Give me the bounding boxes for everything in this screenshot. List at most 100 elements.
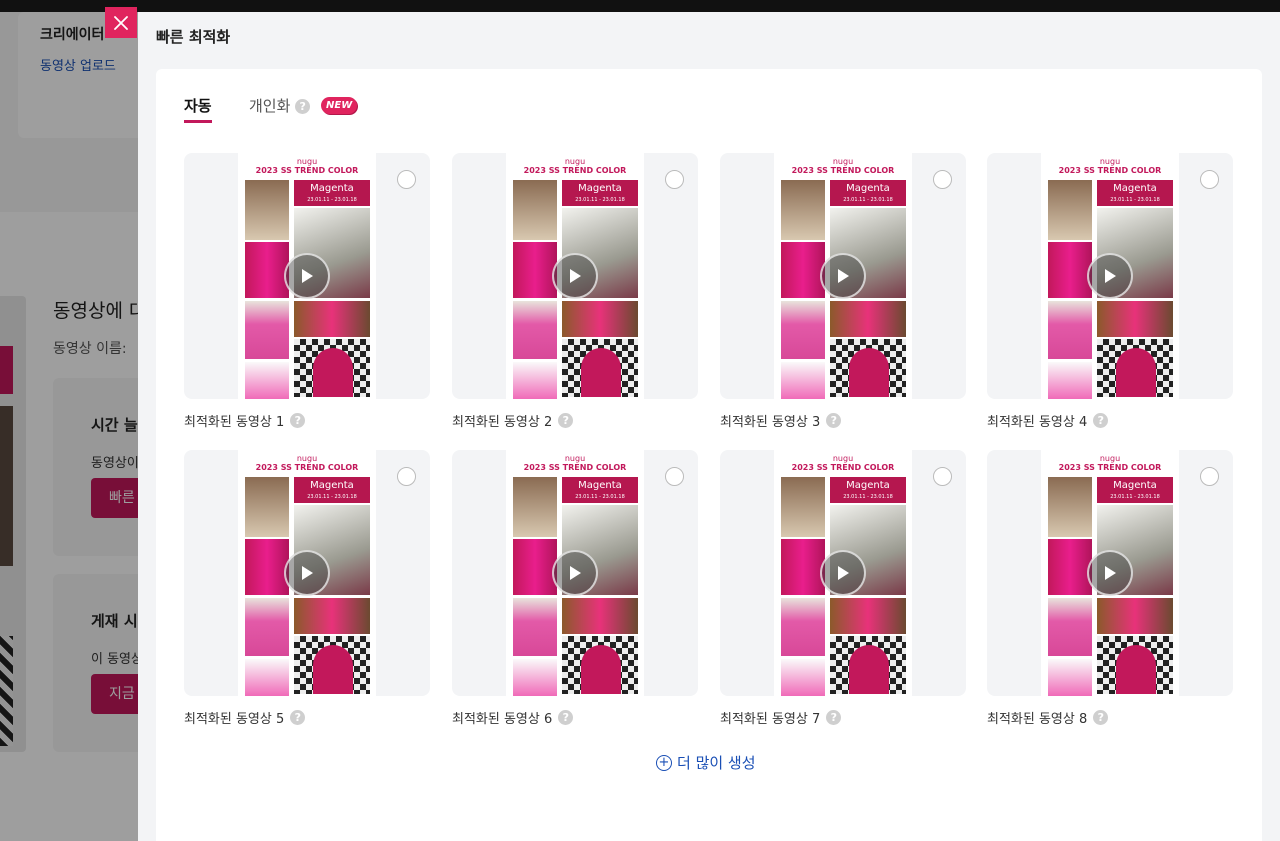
video-title: 최적화된 동영상 2 xyxy=(452,415,553,430)
video-card[interactable]: nugu 2023 SS TREND COLOR Magenta 23.01.1… xyxy=(452,450,698,727)
poster-headline: 2023 SS TREND COLOR xyxy=(1058,166,1162,175)
tab-auto[interactable]: 자동 xyxy=(184,95,212,116)
video-label: 최적화된 동영상 6 ? xyxy=(452,708,698,727)
play-button[interactable] xyxy=(284,253,330,299)
help-icon[interactable]: ? xyxy=(1093,710,1109,725)
poster-date-range: 23.01.11 - 23.01.18 xyxy=(1110,197,1160,203)
help-icon[interactable]: ? xyxy=(290,413,306,428)
poster-date-range: 23.01.11 - 23.01.18 xyxy=(575,197,625,203)
generate-more-label: 더 많이 생성 xyxy=(677,754,756,772)
tab-personalize-label: 개인화 xyxy=(249,97,291,115)
play-icon xyxy=(570,566,581,580)
video-thumbnail[interactable]: nugu 2023 SS TREND COLOR Magenta 23.01.1… xyxy=(184,450,430,696)
poster-color-name: Magenta xyxy=(1113,183,1157,194)
video-label: 최적화된 동영상 8 ? xyxy=(987,708,1233,727)
play-button[interactable] xyxy=(1087,253,1133,299)
poster-color-label: Magenta 23.01.11 - 23.01.18 xyxy=(294,477,370,503)
play-icon xyxy=(838,566,849,580)
video-thumbnail[interactable]: nugu 2023 SS TREND COLOR Magenta 23.01.1… xyxy=(720,153,966,399)
play-button[interactable] xyxy=(1087,550,1133,596)
optimize-card: 자동 개인화 ? NEW nugu 2023 SS TREND COLOR Ma… xyxy=(156,69,1262,841)
help-icon[interactable]: ? xyxy=(558,413,574,428)
video-thumbnail[interactable]: nugu 2023 SS TREND COLOR Magenta 23.01.1… xyxy=(987,450,1233,696)
video-thumbnail[interactable]: nugu 2023 SS TREND COLOR Magenta 23.01.1… xyxy=(987,153,1233,399)
video-select-radio[interactable] xyxy=(933,170,952,189)
poster-color-name: Magenta xyxy=(846,480,890,491)
video-card[interactable]: nugu 2023 SS TREND COLOR Magenta 23.01.1… xyxy=(184,153,430,430)
video-label: 최적화된 동영상 5 ? xyxy=(184,708,430,727)
video-card[interactable]: nugu 2023 SS TREND COLOR Magenta 23.01.1… xyxy=(720,153,966,430)
video-select-radio[interactable] xyxy=(933,467,952,486)
poster-brand: nugu xyxy=(564,454,586,463)
poster-color-label: Magenta 23.01.11 - 23.01.18 xyxy=(1097,180,1173,206)
poster-date-range: 23.01.11 - 23.01.18 xyxy=(307,494,357,500)
generate-more-button[interactable]: + 더 많이 생성 xyxy=(656,752,756,773)
video-title: 최적화된 동영상 3 xyxy=(720,415,821,430)
help-icon[interactable]: ? xyxy=(558,710,574,725)
poster-color-name: Magenta xyxy=(846,183,890,194)
top-bar xyxy=(0,0,1280,12)
poster-headline: 2023 SS TREND COLOR xyxy=(523,166,627,175)
video-card[interactable]: nugu 2023 SS TREND COLOR Magenta 23.01.1… xyxy=(452,153,698,430)
play-button[interactable] xyxy=(552,253,598,299)
video-label: 최적화된 동영상 1 ? xyxy=(184,411,430,430)
video-select-radio[interactable] xyxy=(1200,170,1219,189)
poster-date-range: 23.01.11 - 23.01.18 xyxy=(307,197,357,203)
help-icon[interactable]: ? xyxy=(290,710,306,725)
video-thumbnail[interactable]: nugu 2023 SS TREND COLOR Magenta 23.01.1… xyxy=(452,450,698,696)
video-title: 최적화된 동영상 7 xyxy=(720,712,821,727)
quick-optimize-panel: 빠른 최적화 자동 개인화 ? NEW nugu 2023 SS TREND C… xyxy=(138,12,1280,841)
poster-color-label: Magenta 23.01.11 - 23.01.18 xyxy=(830,180,906,206)
play-icon xyxy=(838,269,849,283)
video-label: 최적화된 동영상 7 ? xyxy=(720,708,966,727)
tab-personalize[interactable]: 개인화 ? xyxy=(249,95,311,116)
video-title: 최적화된 동영상 1 xyxy=(184,415,285,430)
poster-headline: 2023 SS TREND COLOR xyxy=(791,166,895,175)
poster-brand: nugu xyxy=(1099,157,1121,166)
video-select-radio[interactable] xyxy=(397,170,416,189)
poster-color-label: Magenta 23.01.11 - 23.01.18 xyxy=(294,180,370,206)
video-thumbnail[interactable]: nugu 2023 SS TREND COLOR Magenta 23.01.1… xyxy=(452,153,698,399)
video-select-radio[interactable] xyxy=(397,467,416,486)
help-icon[interactable]: ? xyxy=(826,710,842,725)
help-icon[interactable]: ? xyxy=(1093,413,1109,428)
video-thumbnail[interactable]: nugu 2023 SS TREND COLOR Magenta 23.01.1… xyxy=(184,153,430,399)
poster-brand: nugu xyxy=(1099,454,1121,463)
close-icon xyxy=(114,15,128,30)
video-select-radio[interactable] xyxy=(665,170,684,189)
active-tab-indicator xyxy=(184,120,212,123)
help-icon[interactable]: ? xyxy=(826,413,842,428)
poster-brand: nugu xyxy=(832,454,854,463)
video-card[interactable]: nugu 2023 SS TREND COLOR Magenta 23.01.1… xyxy=(987,450,1233,727)
poster-date-range: 23.01.11 - 23.01.18 xyxy=(575,494,625,500)
video-card[interactable]: nugu 2023 SS TREND COLOR Magenta 23.01.1… xyxy=(184,450,430,727)
video-label: 최적화된 동영상 3 ? xyxy=(720,411,966,430)
play-button[interactable] xyxy=(820,253,866,299)
video-thumbnail[interactable]: nugu 2023 SS TREND COLOR Magenta 23.01.1… xyxy=(720,450,966,696)
plus-circle-icon: + xyxy=(656,754,672,771)
poster-color-label: Magenta 23.01.11 - 23.01.18 xyxy=(562,180,638,206)
help-icon[interactable]: ? xyxy=(295,99,311,114)
play-button[interactable] xyxy=(820,550,866,596)
play-icon xyxy=(1105,566,1116,580)
play-button[interactable] xyxy=(284,550,330,596)
play-icon xyxy=(302,566,313,580)
close-button[interactable] xyxy=(105,7,137,38)
video-card[interactable]: nugu 2023 SS TREND COLOR Magenta 23.01.1… xyxy=(987,153,1233,430)
video-title: 최적화된 동영상 8 xyxy=(987,712,1088,727)
video-card[interactable]: nugu 2023 SS TREND COLOR Magenta 23.01.1… xyxy=(720,450,966,727)
poster-brand: nugu xyxy=(564,157,586,166)
video-label: 최적화된 동영상 4 ? xyxy=(987,411,1233,430)
play-button[interactable] xyxy=(552,550,598,596)
poster-color-label: Magenta 23.01.11 - 23.01.18 xyxy=(830,477,906,503)
poster-color-name: Magenta xyxy=(1113,480,1157,491)
video-title: 최적화된 동영상 6 xyxy=(452,712,553,727)
poster-color-name: Magenta xyxy=(310,480,354,491)
video-select-radio[interactable] xyxy=(1200,467,1219,486)
video-select-radio[interactable] xyxy=(665,467,684,486)
poster-color-label: Magenta 23.01.11 - 23.01.18 xyxy=(1097,477,1173,503)
poster-color-name: Magenta xyxy=(310,183,354,194)
poster-date-range: 23.01.11 - 23.01.18 xyxy=(843,494,893,500)
modal-overlay[interactable] xyxy=(0,12,138,841)
poster-headline: 2023 SS TREND COLOR xyxy=(1058,463,1162,472)
